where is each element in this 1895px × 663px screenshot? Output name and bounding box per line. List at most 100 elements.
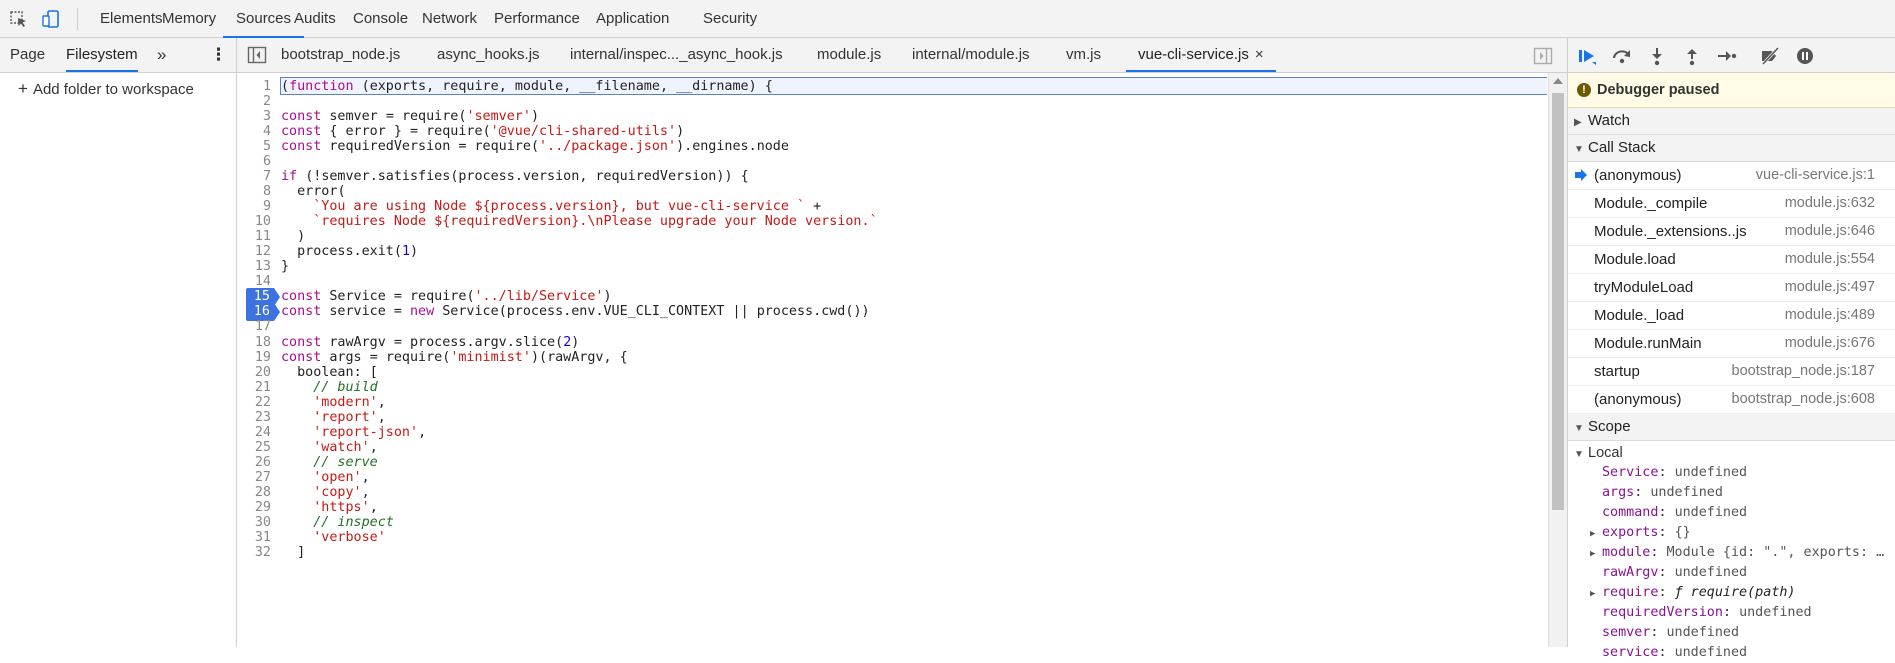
code-token: new <box>410 304 435 320</box>
editor-tab-label: bootstrap_node.js <box>281 46 401 63</box>
variable-value: undefined <box>1674 645 1748 660</box>
editor-tab-bootstrap-node-js[interactable]: bootstrap_node.js <box>269 38 412 72</box>
frame-location[interactable]: module.js:489 <box>1785 302 1875 329</box>
code-editor[interactable]: 1 (function (exports, require, module, __… <box>237 73 1547 647</box>
variable-name: service <box>1602 645 1659 660</box>
scope-variable[interactable]: Service: undefined <box>1568 463 1895 483</box>
frame-location[interactable]: module.js:646 <box>1785 218 1875 245</box>
frame-location[interactable]: module.js:676 <box>1785 330 1875 357</box>
scroll-up-icon[interactable] <box>1553 78 1563 84</box>
call-frame[interactable]: tryModuleLoad module.js:497 <box>1568 274 1895 302</box>
editor-tab-internal-module-js[interactable]: internal/module.js <box>900 38 1042 72</box>
frame-function-name: (anonymous) <box>1594 391 1682 408</box>
variable-name: requiredVersion <box>1602 605 1723 620</box>
frame-location[interactable]: vue-cli-service.js:1 <box>1756 162 1875 189</box>
call-frame[interactable]: Module._compile module.js:632 <box>1568 190 1895 218</box>
line-number[interactable]: 32 <box>237 544 271 562</box>
toggle-navigator-icon[interactable] <box>247 46 267 64</box>
editor-tab-module-js[interactable]: module.js <box>805 38 893 72</box>
code-token: if <box>281 169 298 185</box>
resume-icon[interactable] <box>1576 46 1598 66</box>
frame-location[interactable]: module.js:497 <box>1785 274 1875 301</box>
frame-location[interactable]: bootstrap_node.js:608 <box>1732 386 1876 413</box>
scrollbar-thumb[interactable] <box>1552 93 1564 510</box>
editor-tab-internal-inspec-async-hook-js[interactable]: internal/inspec..._async_hook.js <box>558 38 795 72</box>
watch-section-header[interactable]: ▶ Watch <box>1568 108 1895 135</box>
variable-value: ƒ require(path) <box>1674 585 1796 600</box>
tab-security[interactable]: Security <box>690 0 770 38</box>
scope-variable[interactable]: args: undefined <box>1568 483 1895 503</box>
tab-page[interactable]: Page <box>10 38 45 72</box>
step-out-icon[interactable] <box>1681 46 1703 66</box>
variable-separator: : <box>1634 485 1651 500</box>
frame-location[interactable]: bootstrap_node.js:187 <box>1732 358 1876 385</box>
scope-variable[interactable]: rawArgv: undefined <box>1568 563 1895 583</box>
editor-tab-label: internal/module.js <box>912 46 1030 63</box>
call-frame[interactable]: Module.runMain module.js:676 <box>1568 330 1895 358</box>
tab-memory[interactable]: Memory <box>149 0 229 38</box>
scope-section-header[interactable]: ▼ Scope <box>1568 414 1895 441</box>
scope-variable[interactable]: semver: undefined <box>1568 623 1895 643</box>
frame-location[interactable]: module.js:554 <box>1785 246 1875 273</box>
callstack-section-header[interactable]: ▼ Call Stack <box>1568 135 1895 162</box>
scope-variable[interactable]: ▶ module: Module {id: ".", exports: … <box>1568 543 1895 563</box>
code-string: 'copy' <box>313 484 362 500</box>
tab-network[interactable]: Network <box>409 0 490 38</box>
editor-tab-async-hooks-js[interactable]: async_hooks.js <box>425 38 552 72</box>
cursor-select-icon[interactable] <box>8 9 30 29</box>
toggle-debugger-icon[interactable] <box>1533 47 1553 65</box>
scope-label: Scope <box>1588 418 1631 435</box>
variable-separator: : <box>1722 605 1740 620</box>
code-token: require <box>474 139 531 155</box>
code-string: 'open' <box>313 469 362 485</box>
tab-application[interactable]: Application <box>583 0 682 38</box>
device-toolbar-icon[interactable] <box>40 9 62 29</box>
code-token: error <box>345 124 386 140</box>
tab-audits[interactable]: Audits <box>281 0 349 38</box>
add-folder-button[interactable]: + Add folder to workspace <box>18 79 194 99</box>
call-frame[interactable]: Module._load module.js:489 <box>1568 302 1895 330</box>
close-icon[interactable]: × <box>1255 46 1264 63</box>
watch-label: Watch <box>1588 112 1630 129</box>
pause-on-exceptions-icon[interactable] <box>1794 46 1816 66</box>
code-token: semver <box>321 169 370 185</box>
step-into-icon[interactable] <box>1646 46 1668 66</box>
call-frame[interactable]: (anonymous) bootstrap_node.js:608 <box>1568 386 1895 414</box>
code-token: slice <box>514 334 556 350</box>
local-scope-header[interactable]: ▼ Local <box>1568 443 1895 463</box>
variable-name: module <box>1602 545 1651 560</box>
more-tabs-button[interactable]: » <box>157 38 166 72</box>
deactivate-breakpoints-icon[interactable] <box>1759 46 1781 66</box>
code-token: const <box>281 124 322 140</box>
tab-filesystem[interactable]: Filesystem <box>66 38 138 72</box>
code-token: const <box>281 349 322 365</box>
editor-scrollbar[interactable] <box>1548 73 1567 647</box>
editor-tab-vm-js[interactable]: vm.js <box>1054 38 1113 72</box>
variable-value: undefined <box>1650 485 1723 500</box>
frame-function-name: Module.runMain <box>1594 335 1702 352</box>
plus-icon: + <box>18 79 28 98</box>
call-frame[interactable]: (anonymous) vue-cli-service.js:1 <box>1568 162 1895 190</box>
scope-variable[interactable]: ▶ exports: {} <box>1568 523 1895 543</box>
code-token: process <box>756 304 814 320</box>
call-frame[interactable]: startup bootstrap_node.js:187 <box>1568 358 1895 386</box>
call-frame[interactable]: Module.load module.js:554 <box>1568 246 1895 274</box>
debugger-paused-label: Debugger paused <box>1597 82 1720 98</box>
code-number: 1 <box>401 244 410 260</box>
scope-variable[interactable]: ▶ require: ƒ require(path) <box>1568 583 1895 603</box>
frame-location[interactable]: module.js:632 <box>1785 190 1875 217</box>
code-token: const <box>281 304 322 320</box>
step-icon[interactable] <box>1716 46 1738 66</box>
step-over-icon[interactable] <box>1611 46 1633 66</box>
call-frame[interactable]: Module._extensions..js module.js:646 <box>1568 218 1895 246</box>
variable-value: undefined <box>1674 505 1748 520</box>
editor-tab-vue-cli-service-js[interactable]: vue-cli-service.js × <box>1126 38 1276 72</box>
frame-function-name: Module._compile <box>1594 195 1708 212</box>
scope-variable[interactable]: service: undefined <box>1568 643 1895 663</box>
navigator-menu-button[interactable]: ⋮ <box>210 38 227 72</box>
scope-variable[interactable]: command: undefined <box>1568 503 1895 523</box>
collapsed-triangle-icon: ▶ <box>1590 549 1596 559</box>
variable-name: exports <box>1602 525 1659 540</box>
scope-variable[interactable]: requiredVersion: undefined <box>1568 603 1895 623</box>
tab-performance[interactable]: Performance <box>481 0 593 38</box>
